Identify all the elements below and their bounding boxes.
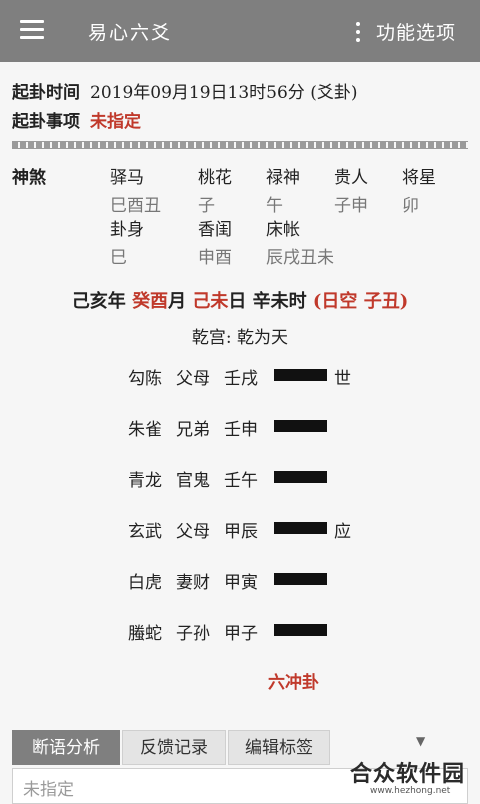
tab-feedback[interactable]: 反馈记录	[122, 730, 226, 765]
month-suffix: 月	[168, 291, 187, 312]
six-relation: 子孙	[176, 624, 210, 644]
six-god: 勾陈	[128, 369, 162, 389]
shensha-item: 桃花子	[198, 163, 232, 216]
shensha-name: 将星	[402, 168, 436, 188]
yang-line-bar	[274, 420, 327, 432]
six-relation: 父母	[176, 369, 210, 389]
watermark-name: 合众软件园	[350, 762, 466, 787]
shensha-name: 床帐	[266, 220, 300, 240]
yang-line-bar	[274, 369, 327, 381]
function-options-button[interactable]: 功能选项	[376, 18, 456, 45]
more-vertical-icon[interactable]	[354, 21, 362, 43]
app-top-bar: 易心六爻 功能选项	[0, 0, 480, 62]
day-void: (日空 子丑)	[312, 291, 409, 312]
six-god: 螣蛇	[128, 624, 162, 644]
shi-ying-mark: 世	[334, 369, 351, 389]
watermark-url: www.hezhong.net	[370, 786, 451, 796]
six-relation: 官鬼	[176, 471, 210, 491]
yao-ganzhi: 甲子	[224, 624, 258, 644]
shensha-name: 贵人	[334, 168, 368, 188]
shensha-item: 卦身巳	[110, 215, 144, 268]
six-relation: 妻财	[176, 573, 210, 593]
shensha-value: 午	[266, 196, 283, 216]
shi-ying-mark: 应	[334, 522, 351, 542]
decorative-divider	[12, 141, 468, 149]
shensha-item: 床帐 辰戌丑未	[266, 215, 334, 268]
shensha-item: 香闺 申酉	[198, 215, 232, 268]
shensha-label: 神煞	[12, 168, 46, 188]
hexagram-type-label: 六冲卦	[268, 673, 319, 693]
shensha-value: 申酉	[198, 248, 232, 268]
day-ganzhi: 己未	[192, 291, 229, 312]
six-god: 朱雀	[128, 420, 162, 440]
shensha-item: 驿马 巳酉丑	[110, 163, 161, 216]
watermark-logo: 合众软件园 www.hezhong.net	[350, 752, 476, 798]
yang-line-bar	[274, 522, 327, 534]
six-god: 玄武	[128, 522, 162, 542]
divination-time-row: 起卦时间 2019年09月19日13时56分 (爻卦)	[12, 78, 357, 103]
six-relation: 兄弟	[176, 420, 210, 440]
six-god: 白虎	[128, 573, 162, 593]
divination-matter-label: 起卦事项	[12, 112, 80, 132]
shensha-value: 巳酉丑	[110, 196, 161, 216]
palace-hexagram-name: 乾宫: 乾为天	[191, 328, 289, 348]
shensha-value: 子	[198, 196, 215, 216]
yao-ganzhi: 壬午	[224, 471, 258, 491]
shensha-value: 子申	[334, 196, 368, 216]
hour-ganzhi: 辛未时	[252, 291, 307, 312]
divination-time-label: 起卦时间	[12, 83, 80, 103]
shensha-value: 辰戌丑未	[266, 248, 334, 268]
day-suffix: 日	[228, 291, 247, 312]
tab-edit-tags[interactable]: 编辑标签	[228, 730, 330, 765]
divination-matter-value: 未指定	[90, 112, 141, 132]
yao-ganzhi: 壬申	[224, 420, 258, 440]
shensha-name: 禄神	[266, 168, 300, 188]
yao-ganzhi: 壬戌	[224, 369, 258, 389]
divination-time-value: 2019年09月19日13时56分 (爻卦)	[90, 83, 358, 103]
shensha-item: 贵人 子申	[334, 163, 368, 216]
expand-arrow-icon[interactable]: ▼	[416, 734, 425, 748]
divination-matter-row: 起卦事项 未指定	[12, 107, 141, 132]
yao-ganzhi: 甲寅	[224, 573, 258, 593]
yang-line-bar	[274, 573, 327, 585]
shensha-name: 桃花	[198, 168, 232, 188]
app-title: 易心六爻	[88, 22, 173, 44]
month-ganzhi: 癸酉	[132, 291, 169, 312]
shensha-name: 香闺	[198, 220, 232, 240]
yang-line-bar	[274, 624, 327, 636]
six-god: 青龙	[128, 471, 162, 491]
shensha-item: 将星卯	[402, 163, 436, 216]
yang-line-bar	[274, 471, 327, 483]
shensha-value: 巳	[110, 248, 127, 268]
year-ganzhi: 己亥年	[71, 291, 126, 312]
yao-ganzhi: 甲辰	[224, 522, 258, 542]
ganzhi-line: 己亥年 癸酉月 己未日 辛未时 (日空 子丑)	[0, 287, 480, 313]
shensha-name: 驿马	[110, 168, 144, 188]
tab-analysis[interactable]: 断语分析	[12, 730, 120, 765]
hamburger-menu-icon[interactable]	[20, 20, 44, 40]
shensha-value: 卯	[402, 196, 419, 216]
shensha-item: 禄神午	[266, 163, 300, 216]
six-relation: 父母	[176, 522, 210, 542]
shensha-name: 卦身	[110, 220, 144, 240]
